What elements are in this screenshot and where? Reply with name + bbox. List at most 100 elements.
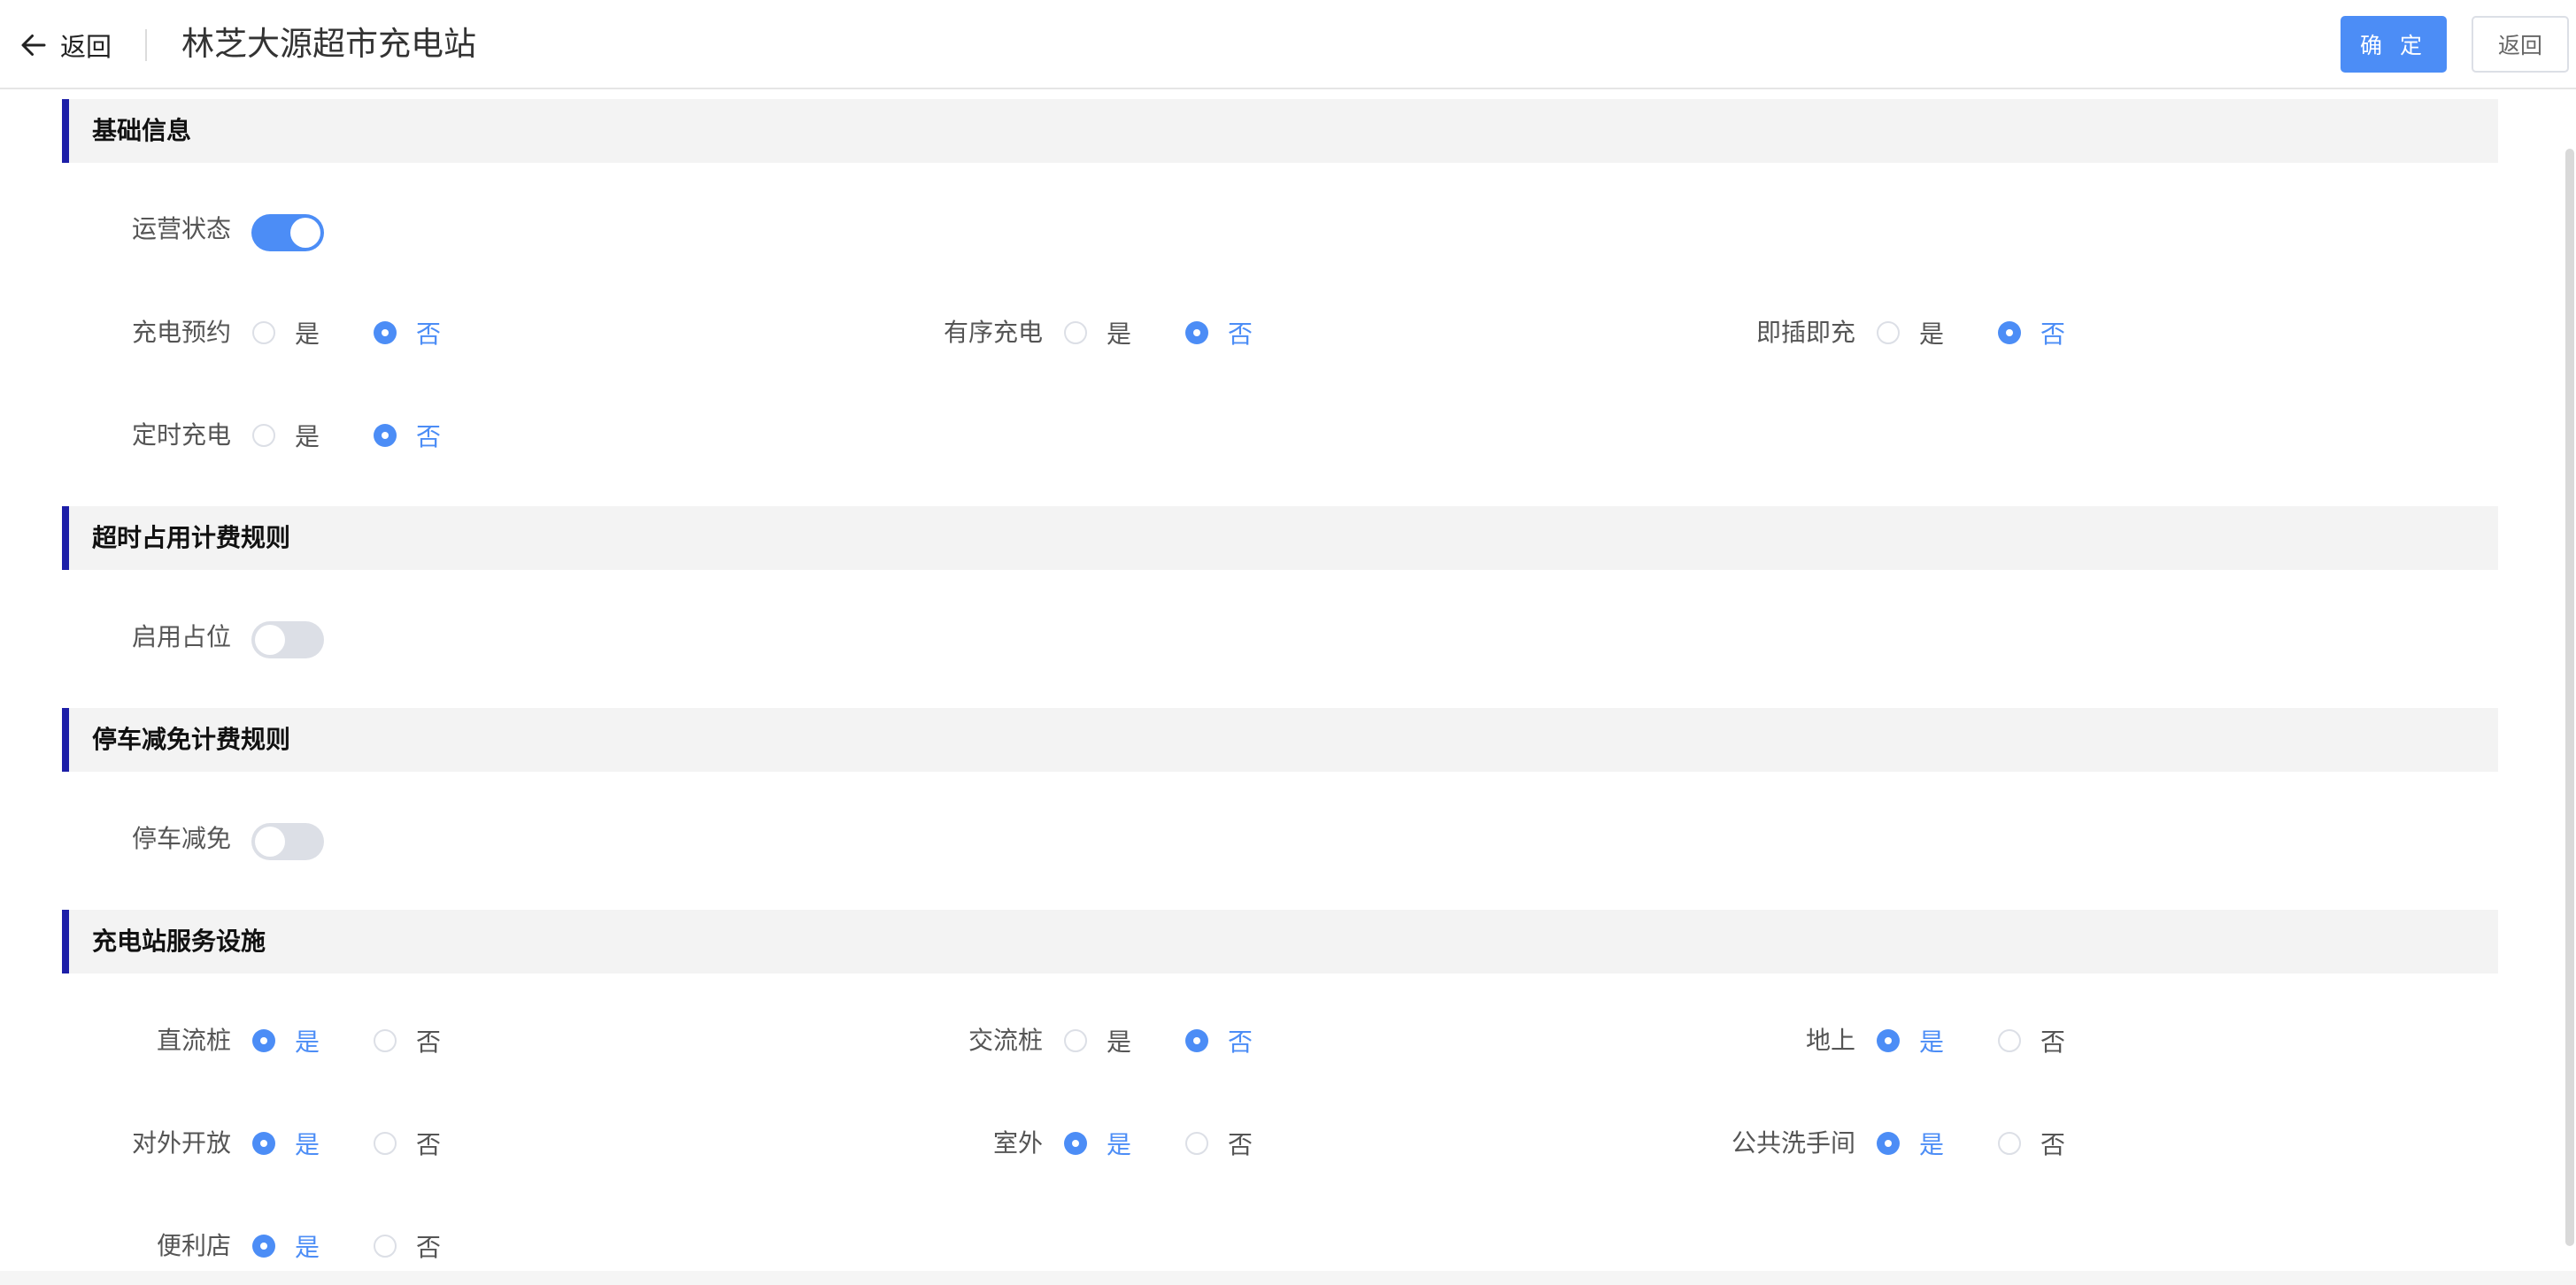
radio-dot <box>1185 1029 1208 1052</box>
arrow-left-icon <box>21 35 46 56</box>
ground-yes-radio[interactable]: 是 <box>1877 1023 1944 1058</box>
radio-dot <box>374 321 397 344</box>
radio-label: 是 <box>295 319 320 349</box>
radio-label: 是 <box>295 1027 320 1057</box>
restroom-no-radio[interactable]: 否 <box>1998 1126 2065 1161</box>
operation-status-switch[interactable] <box>251 214 324 251</box>
return-button[interactable]: 返回 <box>2472 16 2569 73</box>
radio-label: 否 <box>1228 1130 1253 1159</box>
radio-label: 否 <box>2040 1027 2066 1057</box>
ordered-charging-no-radio[interactable]: 否 <box>1185 315 1253 350</box>
switch-knob <box>255 827 285 857</box>
open-public-label: 对外开放 <box>131 1128 231 1158</box>
radio-dot <box>1877 1029 1900 1052</box>
outdoor-yes-radio[interactable]: 是 <box>1064 1126 1131 1161</box>
reservation-no-radio[interactable]: 否 <box>374 315 441 350</box>
parking-waiver-switch[interactable] <box>251 823 324 860</box>
radio-label: 是 <box>1919 1130 1945 1159</box>
radio-dot <box>374 1132 397 1155</box>
restroom-yes-radio[interactable]: 是 <box>1877 1126 1944 1161</box>
ordered-charging-label: 有序充电 <box>943 318 1043 347</box>
radio-label: 否 <box>416 1233 442 1262</box>
page-title: 林芝大源超市充电站 <box>181 25 476 63</box>
open-public-no-radio[interactable]: 否 <box>374 1126 441 1161</box>
section-title-parking: 停车减免计费规则 <box>92 725 291 754</box>
section-header-parking: 停车减免计费规则 <box>62 708 2498 772</box>
radio-dot <box>1998 321 2021 344</box>
radio-label: 否 <box>416 422 442 451</box>
radio-label: 否 <box>2040 1130 2066 1159</box>
radio-dot <box>252 1132 275 1155</box>
radio-label: 是 <box>295 1130 320 1159</box>
section-header-facilities: 充电站服务设施 <box>62 910 2498 973</box>
convenience-store-yes-radio[interactable]: 是 <box>252 1228 320 1264</box>
dc-pile-label: 直流桩 <box>156 1026 231 1055</box>
radio-dot <box>1185 321 1208 344</box>
open-public-yes-radio[interactable]: 是 <box>252 1126 320 1161</box>
radio-label: 否 <box>416 319 442 349</box>
bottom-edge <box>0 1271 2576 1285</box>
reservation-label: 充电预约 <box>131 318 231 347</box>
radio-dot <box>374 1029 397 1052</box>
radio-label: 是 <box>1107 1027 1132 1057</box>
ground-no-radio[interactable]: 否 <box>1998 1023 2065 1058</box>
enable-occupy-label: 启用占位 <box>131 622 231 651</box>
radio-dot <box>252 1235 275 1258</box>
section-title-overtime: 超时占用计费规则 <box>92 523 291 552</box>
plug-charge-no-radio[interactable]: 否 <box>1998 315 2065 350</box>
ac-pile-no-radio[interactable]: 否 <box>1185 1023 1253 1058</box>
radio-dot <box>1877 321 1900 344</box>
section-header-overtime: 超时占用计费规则 <box>62 506 2498 570</box>
reservation-yes-radio[interactable]: 是 <box>252 315 320 350</box>
radio-label: 是 <box>295 422 320 451</box>
radio-label: 是 <box>1919 1027 1945 1057</box>
operation-status-label: 运营状态 <box>131 214 231 243</box>
radio-dot <box>1877 1132 1900 1155</box>
radio-label: 是 <box>1107 1130 1132 1159</box>
vertical-scrollbar[interactable] <box>2565 149 2574 1246</box>
timed-charging-yes-radio[interactable]: 是 <box>252 418 320 453</box>
ground-label: 地上 <box>1805 1026 1855 1055</box>
radio-dot <box>1064 321 1087 344</box>
parking-waiver-label: 停车减免 <box>131 824 231 853</box>
dc-pile-yes-radio[interactable]: 是 <box>252 1023 320 1058</box>
switch-knob <box>290 218 320 248</box>
plug-charge-label: 即插即充 <box>1755 318 1855 347</box>
ac-pile-label: 交流桩 <box>968 1026 1043 1055</box>
confirm-button[interactable]: 确 定 <box>2341 16 2447 73</box>
timed-charging-label: 定时充电 <box>131 420 231 450</box>
radio-dot <box>374 424 397 447</box>
back-label: 返回 <box>60 32 112 62</box>
section-title-basic: 基础信息 <box>92 116 192 145</box>
ac-pile-yes-radio[interactable]: 是 <box>1064 1023 1131 1058</box>
title-divider <box>145 29 147 61</box>
back-link[interactable]: 返回 <box>18 23 112 67</box>
radio-dot <box>1064 1132 1087 1155</box>
ordered-charging-yes-radio[interactable]: 是 <box>1064 315 1131 350</box>
plug-charge-yes-radio[interactable]: 是 <box>1877 315 1944 350</box>
radio-dot <box>374 1235 397 1258</box>
radio-dot <box>1185 1132 1208 1155</box>
top-bar: 返回 林芝大源超市充电站 确 定 返回 <box>0 0 2576 89</box>
radio-dot <box>252 321 275 344</box>
outdoor-no-radio[interactable]: 否 <box>1185 1126 1253 1161</box>
radio-label: 否 <box>1228 1027 1253 1057</box>
section-header-basic: 基础信息 <box>62 99 2498 163</box>
outdoor-label: 室外 <box>992 1128 1043 1158</box>
timed-charging-no-radio[interactable]: 否 <box>374 418 441 453</box>
radio-dot <box>1998 1132 2021 1155</box>
radio-label: 否 <box>2040 319 2066 349</box>
radio-dot <box>1064 1029 1087 1052</box>
radio-dot <box>1998 1029 2021 1052</box>
restroom-label: 公共洗手间 <box>1731 1128 1855 1158</box>
radio-label: 否 <box>1228 319 1253 349</box>
convenience-store-no-radio[interactable]: 否 <box>374 1228 441 1264</box>
form-content: 基础信息 运营状态 充电预约 是 否 有序充电 是 否 即插即充 是 否 定时充… <box>0 89 2576 1285</box>
dc-pile-no-radio[interactable]: 否 <box>374 1023 441 1058</box>
switch-knob <box>255 625 285 655</box>
radio-label: 否 <box>416 1130 442 1159</box>
radio-label: 否 <box>416 1027 442 1057</box>
enable-occupy-switch[interactable] <box>251 621 324 658</box>
radio-label: 是 <box>1919 319 1945 349</box>
radio-dot <box>252 1029 275 1052</box>
